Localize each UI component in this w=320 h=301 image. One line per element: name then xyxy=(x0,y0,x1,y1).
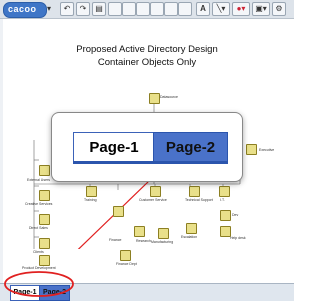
node-label-it: I.T. xyxy=(220,198,225,202)
node-label-research: Research xyxy=(136,239,151,243)
redo-icon[interactable]: ↷ xyxy=(76,2,90,16)
folder-icon xyxy=(149,93,160,104)
folder-icon xyxy=(134,226,145,237)
gear-icon[interactable]: ⚙ xyxy=(272,2,286,16)
folder-icon xyxy=(220,210,231,221)
folder-icon xyxy=(150,186,161,197)
folder-icon xyxy=(86,186,97,197)
node-label-creative-services: Creative Services xyxy=(25,202,53,206)
logo-text: cacoo xyxy=(8,4,37,14)
folder-icon xyxy=(39,255,50,266)
node-label-training: Training xyxy=(84,198,97,202)
blank-icon[interactable] xyxy=(122,2,136,16)
node-label-help-desk: Help desk xyxy=(230,236,246,240)
folder-icon xyxy=(39,190,50,201)
blank-icon[interactable] xyxy=(136,2,150,16)
blank-icon[interactable] xyxy=(178,2,192,16)
zoom-tab-page-1[interactable]: Page-1 xyxy=(73,132,154,164)
folder-icon xyxy=(219,186,230,197)
folder-icon xyxy=(158,228,169,239)
node-label-technical-support: Technical Support xyxy=(185,198,213,202)
cacoo-logo[interactable]: cacoo xyxy=(3,2,47,18)
annotation-ellipse xyxy=(4,271,74,297)
node-label-manufacturing: Manufacturing xyxy=(151,240,174,244)
folder-icon xyxy=(246,144,257,155)
color-icon[interactable]: ●▾ xyxy=(232,2,250,16)
node-label-dev: Dev xyxy=(232,213,239,217)
node-label-finance: Finance xyxy=(109,238,122,242)
node-label-executive: Executive xyxy=(259,148,275,152)
blank-icon[interactable] xyxy=(150,2,164,16)
folder-icon xyxy=(189,186,200,197)
zoom-tab-underline xyxy=(73,161,227,164)
page-icon[interactable]: ▤ xyxy=(92,2,106,16)
zoom-callout: Page-1 Page-2 xyxy=(51,112,243,182)
folder-icon xyxy=(120,250,131,261)
zoom-tab-page-2[interactable]: Page-2 xyxy=(153,132,228,164)
text-icon[interactable]: A xyxy=(196,2,210,16)
folder-icon xyxy=(39,165,50,176)
node-label-root: Datasource xyxy=(160,95,178,99)
node-label-escalation: Escalation xyxy=(181,235,198,239)
node-label-clients: Clients xyxy=(33,250,44,254)
line-icon[interactable]: ╲▾ xyxy=(212,2,230,16)
folder-icon xyxy=(39,214,50,225)
node-label-customer-service: Customer Service xyxy=(139,198,167,202)
toolbar: cacoo ▾ ↶ ↷ ▤ A ╲▾ ●▾ ▣▾ ⚙ xyxy=(0,0,294,19)
blank-icon[interactable] xyxy=(164,2,178,16)
blank-icon[interactable] xyxy=(108,2,122,16)
chevron-down-icon[interactable]: ▾ xyxy=(47,4,51,13)
node-label-finance-dept: Finance Dept xyxy=(116,262,137,266)
node-label-external-users: External Users xyxy=(27,178,50,182)
undo-icon[interactable]: ↶ xyxy=(60,2,74,16)
node-label-direct-sales: Direct Sales xyxy=(29,226,48,230)
folder-icon xyxy=(39,238,50,249)
folder-icon xyxy=(113,206,124,217)
folder-icon xyxy=(186,223,197,234)
format-icon[interactable]: ▣▾ xyxy=(252,2,270,16)
